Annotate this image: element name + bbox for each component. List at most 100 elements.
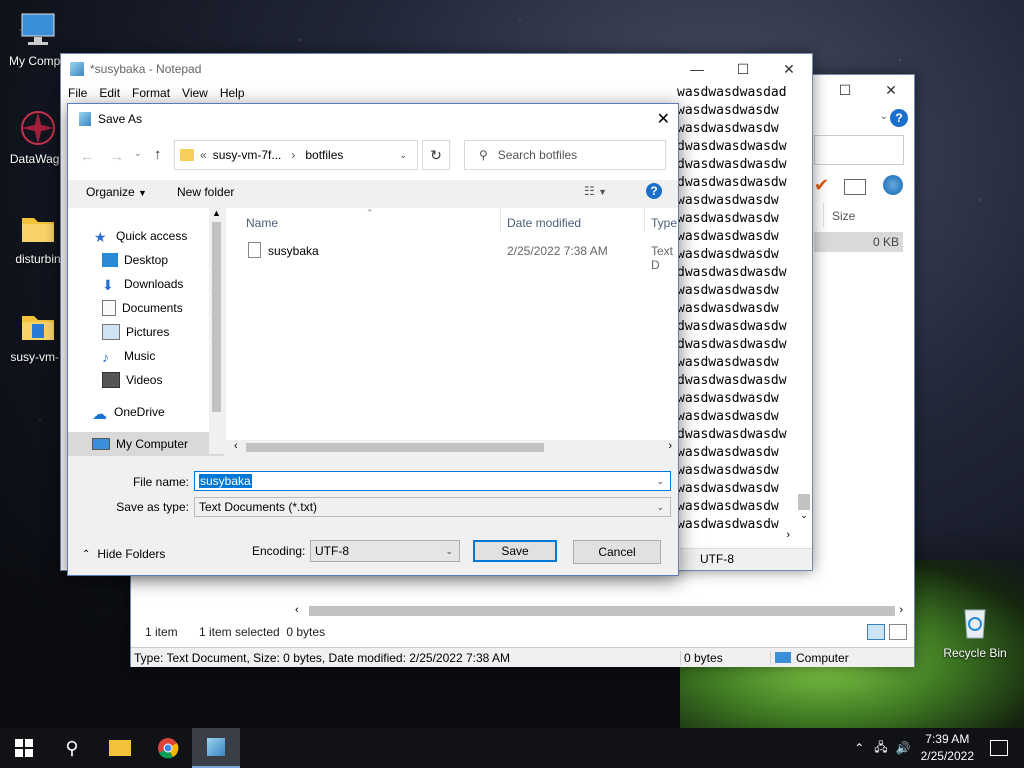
save-type-select[interactable]: Text Documents (*.txt) ⌄ <box>194 497 671 517</box>
column-header-date[interactable]: Date modified <box>500 208 581 232</box>
scroll-right-icon[interactable]: › <box>899 604 903 616</box>
nav-item-music[interactable]: ♪ Music <box>68 344 224 368</box>
dialog-titlebar[interactable]: Save As ✕ <box>68 104 678 134</box>
file-list[interactable]: ⌃ Name Date modified Type susybaka 2/25/… <box>226 208 678 454</box>
notepad-line: wasdwasdwasdw <box>677 499 779 514</box>
column-header-type[interactable]: Type <box>644 208 677 232</box>
file-name-value: susybaka <box>199 474 252 488</box>
scrollbar-thumb[interactable] <box>309 606 895 616</box>
nav-item-documents[interactable]: Documents📌 <box>68 296 224 320</box>
chevron-down-icon[interactable]: ⌄ <box>880 111 888 122</box>
refresh-button[interactable]: ↻ <box>422 140 450 170</box>
help-icon[interactable]: ? <box>646 183 662 199</box>
forward-arrow-icon[interactable]: → <box>110 148 124 164</box>
menu-file[interactable]: File <box>68 86 87 100</box>
breadcrumb-item-susy-vm[interactable]: susy-vm-7f... <box>213 148 282 162</box>
column-header-name[interactable]: Name <box>246 216 278 230</box>
nav-item-pictures[interactable]: Pictures📌 <box>68 320 224 344</box>
star-icon: ★ <box>94 229 107 245</box>
desktop-icon-recycle-bin[interactable]: Recycle Bin <box>937 602 1013 660</box>
notepad-titlebar[interactable]: *susybaka - Notepad — ☐ ✕ <box>61 54 812 84</box>
search-icon: ⚲ <box>65 737 79 758</box>
clock-date: 2/25/2022 <box>920 749 974 763</box>
breadcrumb-overflow[interactable]: « <box>200 148 207 162</box>
recent-chevron-icon[interactable]: ⌄ <box>134 148 142 159</box>
close-button[interactable]: ✕ <box>766 54 812 84</box>
menu-format[interactable]: Format <box>132 86 170 100</box>
scroll-up-icon[interactable]: ▲ <box>209 208 224 218</box>
details-bar: Type: Text Document, Size: 0 bytes, Date… <box>131 647 914 667</box>
network-icon[interactable]: 🖧 <box>874 738 887 759</box>
taskbar-file-explorer[interactable] <box>96 728 144 768</box>
windows-icon <box>15 739 33 757</box>
file-row[interactable]: susybaka 2/25/2022 7:38 AM Text D <box>242 240 678 272</box>
close-button[interactable]: ✕ <box>657 109 670 129</box>
scroll-left-icon[interactable]: ‹ <box>295 604 299 616</box>
chevron-down-icon[interactable]: ⌄ <box>445 546 453 557</box>
notifications-icon[interactable] <box>990 740 1008 756</box>
help-icon[interactable]: ? <box>890 109 908 127</box>
search-input[interactable]: ⚲ Search botfiles <box>464 140 666 170</box>
volume-icon[interactable]: 🔊 <box>896 741 911 755</box>
chevron-down-icon[interactable]: ⌄ <box>656 502 664 513</box>
menu-help[interactable]: Help <box>220 86 245 100</box>
encoding-select[interactable]: UTF-8 ⌄ <box>310 540 460 562</box>
scroll-right-icon[interactable]: › <box>668 440 672 452</box>
scroll-right-icon[interactable]: › <box>786 529 790 541</box>
notepad-horizontal-scrollbar[interactable]: › <box>680 528 812 544</box>
large-icons-view-icon[interactable] <box>889 624 907 640</box>
chevron-down-icon[interactable]: ⌄ <box>656 476 664 487</box>
save-as-dialog[interactable]: Save As ✕ ← → ⌄ ↑ « susy-vm-7f... › botf… <box>67 103 679 576</box>
nav-my-computer[interactable]: My Computer <box>68 432 224 456</box>
close-button[interactable]: ✕ <box>868 75 914 105</box>
datawago-icon <box>18 108 58 148</box>
taskbar-notepad[interactable] <box>192 728 240 768</box>
details-view-icon[interactable] <box>867 624 885 640</box>
file-name-field[interactable]: susybaka ⌄ <box>194 471 671 491</box>
folder-icon <box>180 149 194 161</box>
scrollbar-thumb[interactable] <box>798 494 810 510</box>
downloads-icon: ⬇ <box>102 277 114 293</box>
save-button[interactable]: Save <box>473 540 557 562</box>
chevron-down-icon[interactable]: ⌄ <box>399 150 407 161</box>
nav-item-desktop[interactable]: Desktop📌 <box>68 248 224 272</box>
minimize-button[interactable]: — <box>674 54 720 84</box>
scrollbar-thumb[interactable] <box>212 222 221 412</box>
scroll-left-icon[interactable]: ‹ <box>234 440 238 452</box>
dialog-toolbar: Organize ▼ New folder ☷ ▼ ? <box>68 180 678 204</box>
search-button[interactable]: ⚲ <box>48 728 96 768</box>
menu-view[interactable]: View <box>182 86 208 100</box>
maximize-button[interactable]: ☐ <box>720 54 766 84</box>
navigation-pane[interactable]: ★Quick access Desktop📌 ⬇Downloads📌 Docum… <box>68 208 224 456</box>
menu-edit[interactable]: Edit <box>99 86 120 100</box>
notepad-line: wasdwasdwasdw <box>677 463 779 478</box>
breadcrumb[interactable]: « susy-vm-7f... › botfiles ⌄ <box>174 140 418 170</box>
nav-onedrive[interactable]: ☁ OneDrive <box>68 400 224 424</box>
back-arrow-icon[interactable]: ← <box>80 148 94 164</box>
nav-scrollbar[interactable]: ▲ <box>209 208 224 454</box>
file-list-header: Name Date modified Type <box>226 208 678 232</box>
breadcrumb-separator: › <box>291 148 296 162</box>
breadcrumb-item-botfiles[interactable]: botfiles <box>305 148 343 162</box>
taskbar-chrome[interactable] <box>144 728 192 768</box>
new-folder-button[interactable]: New folder <box>177 185 234 199</box>
notepad-text-area[interactable]: wasdwasdwasdad wasdwasdwasdw wasdwasdwasdw… <box>677 84 855 534</box>
cancel-button[interactable]: Cancel <box>573 540 661 564</box>
horizontal-scrollbar[interactable]: ‹ › <box>291 603 903 619</box>
globe-icon[interactable] <box>883 175 903 195</box>
chevron-up-icon[interactable]: ⌃ <box>854 741 864 755</box>
scroll-down-icon[interactable]: ⌄ <box>796 510 812 521</box>
up-arrow-icon[interactable]: ↑ <box>154 146 162 163</box>
hide-folders-button[interactable]: ⌃ Hide Folders <box>82 547 165 561</box>
scrollbar-thumb[interactable] <box>246 443 544 452</box>
start-button[interactable] <box>0 728 48 768</box>
dialog-address-row: ← → ⌄ ↑ « susy-vm-7f... › botfiles ⌄ ↻ ⚲… <box>68 134 678 180</box>
organize-label: Organize <box>86 185 135 199</box>
view-options-icon[interactable]: ☷ ▼ <box>584 184 607 198</box>
file-list-hscrollbar[interactable]: ‹ › <box>226 440 678 454</box>
nav-item-downloads[interactable]: ⬇Downloads📌 <box>68 272 224 296</box>
clock[interactable]: 7:39 AM 2/25/2022 <box>921 731 974 765</box>
nav-quick-access[interactable]: ★ Quick access <box>68 224 224 248</box>
nav-item-videos[interactable]: Videos <box>68 368 224 392</box>
organize-button[interactable]: Organize ▼ <box>86 185 147 199</box>
